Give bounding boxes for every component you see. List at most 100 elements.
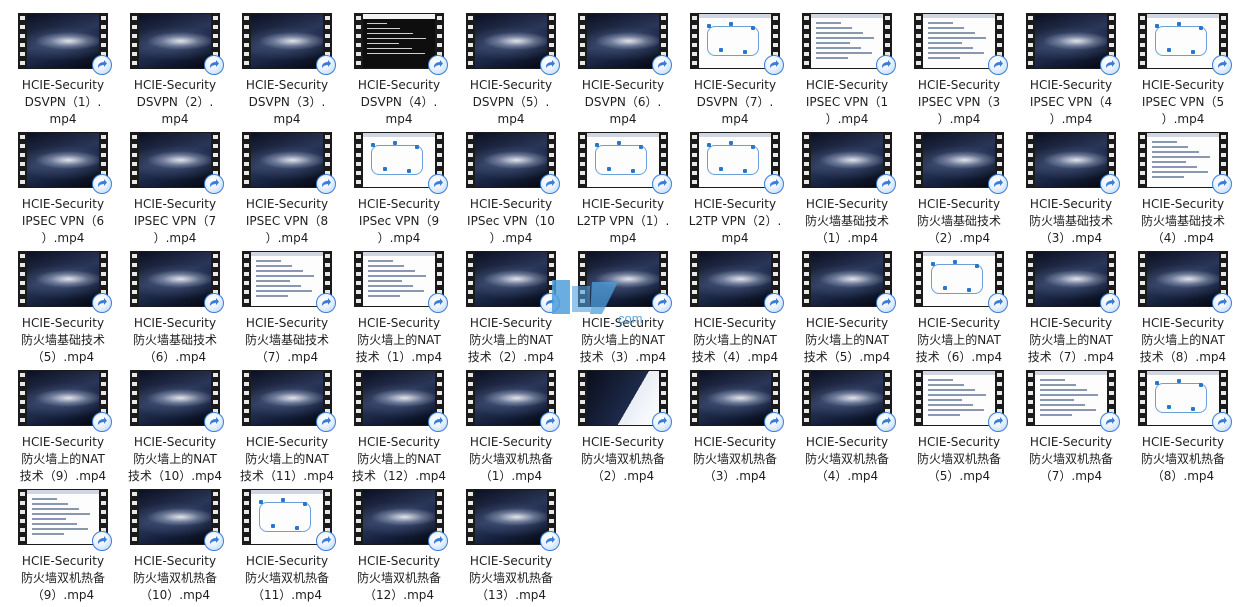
video-file-item[interactable]: HCIE-Security 防火墙上的NAT 技术（3）.mp4 — [573, 248, 673, 366]
video-file-item[interactable]: HCIE-Security 防火墙基础技术 （1）.mp4 — [797, 129, 897, 247]
video-file-item[interactable]: HCIE-Security L2TP VPN（1）. mp4 — [573, 129, 673, 247]
video-file-item[interactable]: HCIE-Security 防火墙基础技术 （5）.mp4 — [13, 248, 113, 366]
thumbnail-frame — [475, 252, 547, 306]
video-file-item[interactable]: HCIE-Security 防火墙双机热备 （5）.mp4 — [909, 367, 1009, 485]
film-strip-left — [354, 132, 363, 188]
video-file-item[interactable]: HCIE-Security 防火墙上的NAT 技术（6）.mp4 — [909, 248, 1009, 366]
file-name: HCIE-Security 防火墙双机热备 （11）.mp4 — [237, 553, 337, 604]
file-name-line: HCIE-Security — [357, 435, 441, 449]
file-name-line: 防火墙基础技术 — [804, 214, 889, 228]
file-name: HCIE-Security 防火墙上的NAT 技术（10）.mp4 — [125, 434, 225, 485]
film-strip-left — [242, 132, 251, 188]
video-file-item[interactable]: HCIE-Security IPSEC VPN（6 ）.mp4 — [13, 129, 113, 247]
video-file-item[interactable]: HCIE-Security 防火墙双机热备 （4）.mp4 — [797, 367, 897, 485]
video-play-badge-icon — [428, 293, 448, 313]
video-play-badge-icon — [540, 55, 560, 75]
video-file-item[interactable]: HCIE-Security DSVPN（3）. mp4 — [237, 10, 337, 128]
video-file-item[interactable]: HCIE-Security 防火墙上的NAT 技术（10）.mp4 — [125, 367, 225, 485]
file-name-line: ）.mp4 — [265, 231, 309, 245]
video-file-item[interactable]: HCIE-Security 防火墙双机热备 （9）.mp4 — [13, 486, 113, 604]
video-file-item[interactable]: HCIE-Security 防火墙上的NAT 技术（9）.mp4 — [13, 367, 113, 485]
file-name-line: HCIE-Security — [581, 78, 665, 92]
video-file-item[interactable]: HCIE-Security 防火墙基础技术 （7）.mp4 — [237, 248, 337, 366]
video-thumbnail — [18, 251, 112, 313]
video-file-item[interactable]: HCIE-Security 防火墙双机热备 （8）.mp4 — [1133, 367, 1233, 485]
video-file-item[interactable]: HCIE-Security IPSEC VPN（3 ）.mp4 — [909, 10, 1009, 128]
file-name: HCIE-Security 防火墙双机热备 （13）.mp4 — [461, 553, 561, 604]
video-file-item[interactable]: HCIE-Security 防火墙上的NAT 技术（2）.mp4 — [461, 248, 561, 366]
video-file-item[interactable]: HCIE-Security 防火墙上的NAT 技术（8）.mp4 — [1133, 248, 1233, 366]
video-file-item[interactable]: HCIE-Security 防火墙基础技术 （6）.mp4 — [125, 248, 225, 366]
video-play-badge-icon — [92, 531, 112, 551]
file-name-line: （1）.mp4 — [815, 231, 879, 245]
video-file-item[interactable]: HCIE-Security DSVPN（7）. mp4 — [685, 10, 785, 128]
film-strip-left — [690, 132, 699, 188]
video-file-item[interactable]: HCIE-Security DSVPN（1）. mp4 — [13, 10, 113, 128]
file-name-line: L2TP VPN（1）. — [576, 214, 670, 228]
file-name-line: 技术（5）.mp4 — [803, 350, 891, 364]
file-name: HCIE-Security 防火墙双机热备 （4）.mp4 — [797, 434, 897, 485]
video-thumbnail — [242, 251, 336, 313]
thumbnail-frame — [811, 371, 883, 425]
video-file-item[interactable]: HCIE-Security DSVPN（2）. mp4 — [125, 10, 225, 128]
video-file-item[interactable]: HCIE-Security DSVPN（5）. mp4 — [461, 10, 561, 128]
video-play-badge-icon — [316, 412, 336, 432]
video-play-badge-icon — [540, 531, 560, 551]
thumbnail-frame — [699, 14, 771, 68]
file-name-line: HCIE-Security — [805, 435, 889, 449]
file-name-line: （13）.mp4 — [475, 588, 547, 602]
video-file-item[interactable]: HCIE-Security IPSEC VPN（5 ）.mp4 — [1133, 10, 1233, 128]
file-name-line: IPSEC VPN（3 — [917, 95, 1001, 109]
video-play-badge-icon — [876, 293, 896, 313]
video-file-item[interactable]: HCIE-Security IPSEC VPN（7 ）.mp4 — [125, 129, 225, 247]
video-file-item[interactable]: HCIE-Security 防火墙上的NAT 技术（7）.mp4 — [1021, 248, 1121, 366]
video-file-item[interactable]: HCIE-Security 防火墙双机热备 （12）.mp4 — [349, 486, 449, 604]
file-name-line: （7）.mp4 — [255, 350, 319, 364]
thumbnail-frame — [699, 371, 771, 425]
video-file-item[interactable]: HCIE-Security 防火墙双机热备 （2）.mp4 — [573, 367, 673, 485]
video-thumbnail — [242, 132, 336, 194]
video-file-item[interactable]: HCIE-Security 防火墙双机热备 （11）.mp4 — [237, 486, 337, 604]
file-name-line: （2）.mp4 — [927, 231, 991, 245]
video-thumbnail — [354, 489, 448, 551]
video-file-item[interactable]: HCIE-Security 防火墙双机热备 （13）.mp4 — [461, 486, 561, 604]
film-strip-left — [1026, 13, 1035, 69]
video-file-item[interactable]: HCIE-Security L2TP VPN（2）. mp4 — [685, 129, 785, 247]
video-file-item[interactable]: HCIE-Security 防火墙基础技术 （2）.mp4 — [909, 129, 1009, 247]
file-name-line: mp4 — [161, 112, 189, 126]
video-file-item[interactable]: HCIE-Security DSVPN（6）. mp4 — [573, 10, 673, 128]
video-file-item[interactable]: HCIE-Security IPSec VPN（9 ）.mp4 — [349, 129, 449, 247]
file-name-line: HCIE-Security — [1141, 435, 1225, 449]
video-file-item[interactable]: HCIE-Security 防火墙基础技术 （3）.mp4 — [1021, 129, 1121, 247]
video-play-badge-icon — [540, 174, 560, 194]
video-file-item[interactable]: HCIE-Security 防火墙双机热备 （10）.mp4 — [125, 486, 225, 604]
thumbnail-frame — [587, 133, 659, 187]
video-thumbnail — [18, 489, 112, 551]
video-file-item[interactable]: HCIE-Security IPSEC VPN（4 ）.mp4 — [1021, 10, 1121, 128]
file-name-line: HCIE-Security — [693, 435, 777, 449]
file-name-line: （1）.mp4 — [479, 469, 543, 483]
video-file-item[interactable]: HCIE-Security IPSEC VPN（8 ）.mp4 — [237, 129, 337, 247]
file-name-line: （5）.mp4 — [927, 469, 991, 483]
video-file-item[interactable]: HCIE-Security 防火墙双机热备 （1）.mp4 — [461, 367, 561, 485]
file-name-line: （4）.mp4 — [815, 469, 879, 483]
film-strip-left — [578, 251, 587, 307]
video-file-item[interactable]: HCIE-Security 防火墙基础技术 （4）.mp4 — [1133, 129, 1233, 247]
video-file-item[interactable]: HCIE-Security 防火墙上的NAT 技术（5）.mp4 — [797, 248, 897, 366]
video-thumbnail — [18, 132, 112, 194]
video-file-item[interactable]: HCIE-Security 防火墙上的NAT 技术（12）.mp4 — [349, 367, 449, 485]
film-strip-left — [130, 489, 139, 545]
video-file-item[interactable]: HCIE-Security DSVPN（4）. mp4 — [349, 10, 449, 128]
video-file-item[interactable]: HCIE-Security 防火墙双机热备 （7）.mp4 — [1021, 367, 1121, 485]
video-play-badge-icon — [988, 55, 1008, 75]
video-file-item[interactable]: HCIE-Security IPSEC VPN（1 ）.mp4 — [797, 10, 897, 128]
file-name: HCIE-Security 防火墙基础技术 （2）.mp4 — [909, 196, 1009, 247]
video-file-item[interactable]: HCIE-Security 防火墙双机热备 （3）.mp4 — [685, 367, 785, 485]
video-thumbnail — [802, 370, 896, 432]
video-file-item[interactable]: HCIE-Security IPSec VPN（10 ）.mp4 — [461, 129, 561, 247]
video-file-item[interactable]: HCIE-Security 防火墙上的NAT 技术（4）.mp4 — [685, 248, 785, 366]
thumbnail-frame — [139, 14, 211, 68]
video-file-item[interactable]: HCIE-Security 防火墙上的NAT 技术（11）.mp4 — [237, 367, 337, 485]
video-thumbnail — [914, 251, 1008, 313]
video-file-item[interactable]: HCIE-Security 防火墙上的NAT 技术（1）.mp4 — [349, 248, 449, 366]
